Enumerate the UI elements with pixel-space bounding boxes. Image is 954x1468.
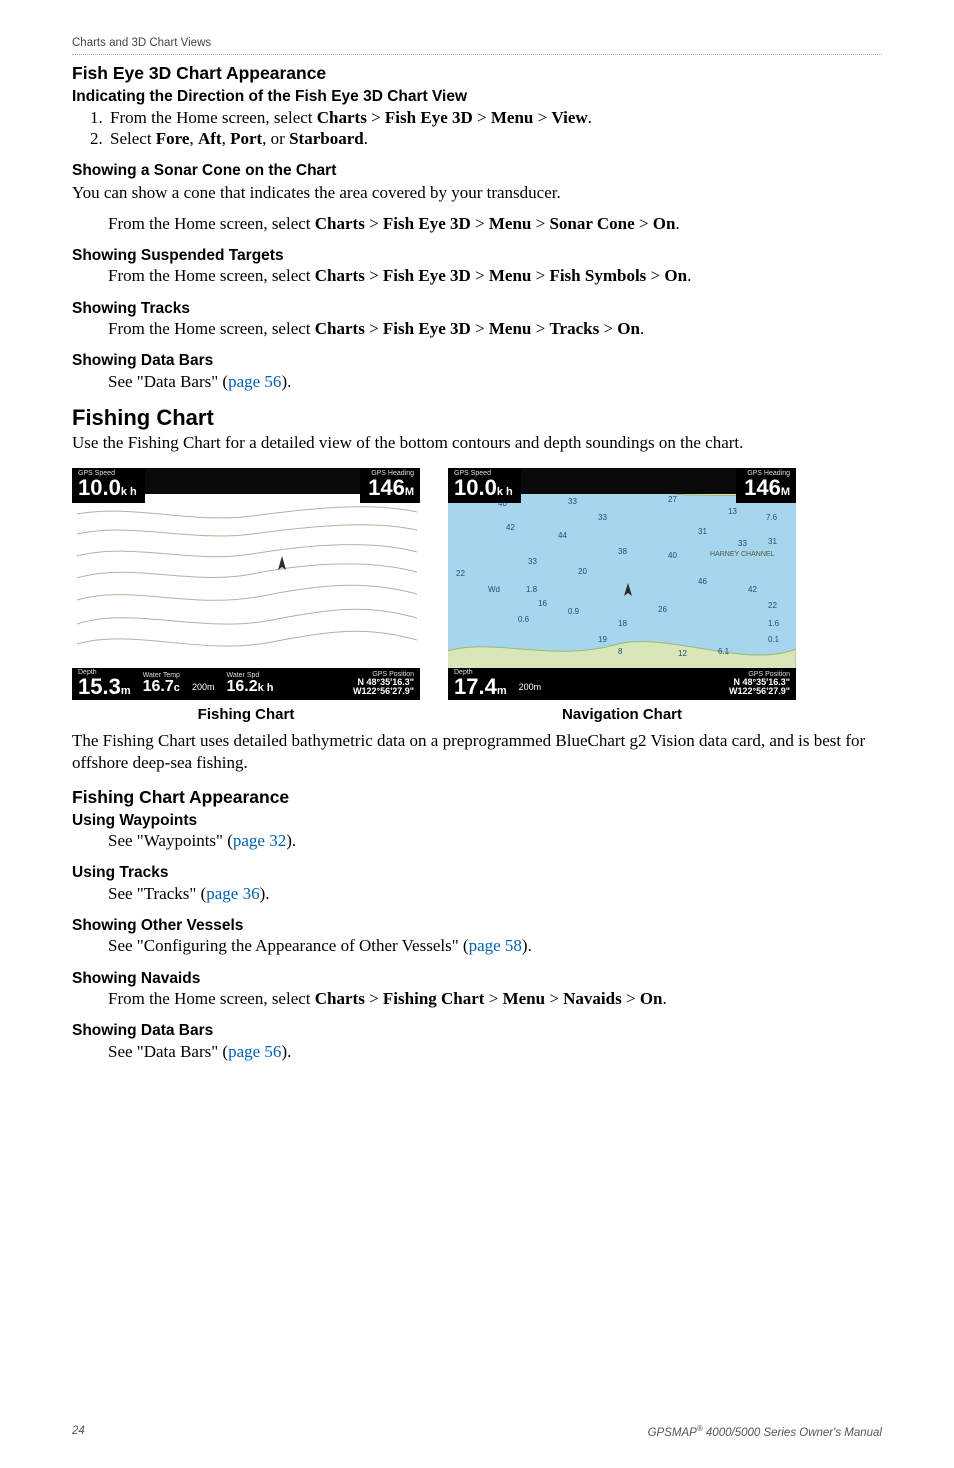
svg-text:12: 12 xyxy=(678,649,687,658)
link-page58[interactable]: page 58 xyxy=(469,936,522,955)
page-footer: 24 GPSMAP® 4000/5000 Series Owner's Manu… xyxy=(72,1424,882,1440)
svg-text:8: 8 xyxy=(618,647,623,656)
link-page56-b[interactable]: page 56 xyxy=(228,1042,281,1061)
svg-text:42: 42 xyxy=(506,523,515,532)
running-header: Charts and 3D Chart Views xyxy=(72,36,882,55)
figure-fishing-chart: GPS Speed 10.0k h GPS Heading 146M Depth… xyxy=(72,468,420,725)
svg-text:22: 22 xyxy=(456,569,465,578)
map-area: HARNEY CHANNEL 40 33 27 13 33 7.6 42 44 31 33 3… xyxy=(448,494,796,668)
tracks-step: From the Home screen, select Charts > Fi… xyxy=(108,318,882,339)
svg-text:1.8: 1.8 xyxy=(526,585,538,594)
list-number: 2. xyxy=(90,128,110,149)
heading-suspended-targets: Showing Suspended Targets xyxy=(72,246,882,265)
heading-showing-databars-2: Showing Data Bars xyxy=(72,1021,882,1040)
footer-product: GPSMAP® 4000/5000 Series Owner's Manual xyxy=(648,1424,882,1440)
svg-text:31: 31 xyxy=(768,537,777,546)
svg-text:7.6: 7.6 xyxy=(766,513,778,522)
databars-ref-2: See "Data Bars" (page 56). xyxy=(108,1041,882,1062)
svg-text:0.9: 0.9 xyxy=(568,607,580,616)
heading-fishing-chart-appearance: Fishing Chart Appearance xyxy=(72,787,882,809)
readout-gps-heading: GPS Heading 146M xyxy=(736,468,796,503)
link-page32[interactable]: page 32 xyxy=(233,831,286,850)
svg-text:33: 33 xyxy=(568,497,577,506)
fishing-chart-intro: Use the Fishing Chart for a detailed vie… xyxy=(72,432,882,453)
svg-text:46: 46 xyxy=(698,577,707,586)
step-text: Select Fore, Aft, Port, or Starboard. xyxy=(110,128,368,149)
fishing-chart-body: The Fishing Chart uses detailed bathymet… xyxy=(72,730,882,773)
svg-text:0.6: 0.6 xyxy=(518,615,530,624)
svg-text:33: 33 xyxy=(598,513,607,522)
svg-text:20: 20 xyxy=(578,567,587,576)
svg-text:33: 33 xyxy=(738,539,747,548)
heading-showing-databars-1: Showing Data Bars xyxy=(72,351,882,370)
step-text: From the Home screen, select Charts > Fi… xyxy=(110,107,592,128)
waypoints-ref: See "Waypoints" (page 32). xyxy=(108,830,882,851)
heading-indicate-direction: Indicating the Direction of the Fish Eye… xyxy=(72,87,882,106)
figure-caption-fishing: Fishing Chart xyxy=(72,706,420,725)
databars-ref-1: See "Data Bars" (page 56). xyxy=(108,371,882,392)
heading-using-waypoints: Using Waypoints xyxy=(72,811,882,830)
svg-text:13: 13 xyxy=(728,507,737,516)
list-number: 1. xyxy=(90,107,110,128)
svg-text:40: 40 xyxy=(668,551,677,560)
svg-text:44: 44 xyxy=(558,531,567,540)
heading-showing-navaids: Showing Navaids xyxy=(72,969,882,988)
readout-bottom-bar: Depth 15.3m Water Temp 16.7c 200m Water … xyxy=(72,668,420,700)
svg-text:16: 16 xyxy=(538,599,547,608)
vessels-ref: See "Configuring the Appearance of Other… xyxy=(108,935,882,956)
link-page36[interactable]: page 36 xyxy=(206,884,259,903)
map-area xyxy=(72,494,420,668)
screenshot-navigation-chart: HARNEY CHANNEL 40 33 27 13 33 7.6 42 44 31 33 3… xyxy=(448,468,796,700)
svg-text:18: 18 xyxy=(618,619,627,628)
figure-caption-navigation: Navigation Chart xyxy=(448,706,796,725)
readout-gps-speed: GPS Speed 10.0k h xyxy=(448,468,521,503)
svg-text:6.1: 6.1 xyxy=(718,647,730,656)
svg-text:26: 26 xyxy=(658,605,667,614)
figure-navigation-chart: HARNEY CHANNEL 40 33 27 13 33 7.6 42 44 31 33 3… xyxy=(448,468,796,725)
svg-text:Wd: Wd xyxy=(488,585,500,594)
svg-text:38: 38 xyxy=(618,547,627,556)
svg-text:0.1: 0.1 xyxy=(768,635,780,644)
svg-text:27: 27 xyxy=(668,495,677,504)
suspended-step: From the Home screen, select Charts > Fi… xyxy=(108,265,882,286)
svg-text:42: 42 xyxy=(748,585,757,594)
svg-text:1.6: 1.6 xyxy=(768,619,780,628)
screenshot-fishing-chart: GPS Speed 10.0k h GPS Heading 146M Depth… xyxy=(72,468,420,700)
tracks-ref: See "Tracks" (page 36). xyxy=(108,883,882,904)
link-page56-a[interactable]: page 56 xyxy=(228,372,281,391)
svg-text:33: 33 xyxy=(528,557,537,566)
heading-using-tracks: Using Tracks xyxy=(72,863,882,882)
readout-bottom-bar: Depth 17.4m 200m GPS Position N 48°35'16… xyxy=(448,668,796,700)
heading-fishing-chart: Fishing Chart xyxy=(72,404,882,432)
heading-showing-tracks: Showing Tracks xyxy=(72,299,882,318)
sonar-cone-step: From the Home screen, select Charts > Fi… xyxy=(108,213,882,234)
heading-showing-vessels: Showing Other Vessels xyxy=(72,916,882,935)
navaids-step: From the Home screen, select Charts > Fi… xyxy=(108,988,882,1009)
sonar-cone-lead: You can show a cone that indicates the a… xyxy=(72,182,882,203)
svg-text:22: 22 xyxy=(768,601,777,610)
svg-text:19: 19 xyxy=(598,635,607,644)
svg-text:HARNEY CHANNEL: HARNEY CHANNEL xyxy=(710,551,775,558)
readout-gps-heading: GPS Heading 146M xyxy=(360,468,420,503)
figures-row: GPS Speed 10.0k h GPS Heading 146M Depth… xyxy=(72,468,882,725)
ordered-list-direction: 1. From the Home screen, select Charts >… xyxy=(90,107,882,150)
svg-text:31: 31 xyxy=(698,527,707,536)
heading-sonar-cone: Showing a Sonar Cone on the Chart xyxy=(72,161,882,180)
readout-gps-speed: GPS Speed 10.0k h xyxy=(72,468,145,503)
page-number: 24 xyxy=(72,1424,85,1440)
heading-fisheye-appearance: Fish Eye 3D Chart Appearance xyxy=(72,63,882,85)
